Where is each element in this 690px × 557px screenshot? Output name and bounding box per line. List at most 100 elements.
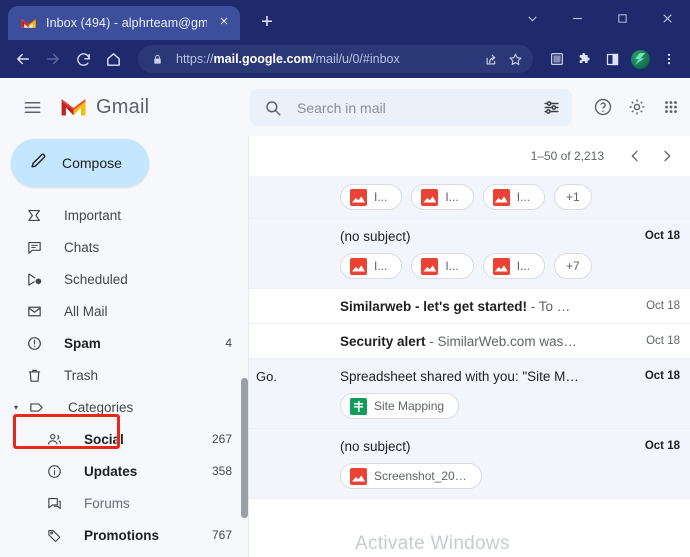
puzzle-icon[interactable] <box>571 45 598 73</box>
attachment-chip[interactable]: I... <box>340 253 403 279</box>
tune-icon[interactable] <box>538 98 564 117</box>
table-row[interactable]: Security alert - SimilarWeb.com was… Oct… <box>248 324 690 359</box>
sidebar-item-spam[interactable]: Spam 4 <box>0 327 248 359</box>
sidebar-item-label: Trash <box>64 367 99 383</box>
sidebar-item-scheduled[interactable]: Scheduled <box>0 263 248 295</box>
new-tab-button[interactable]: + <box>252 7 282 37</box>
sidebar-item-count: 767 <box>211 528 232 542</box>
attachment-overflow-chip[interactable]: +7 <box>554 253 592 279</box>
home-icon[interactable] <box>98 44 128 74</box>
sidebar-item-trash[interactable]: Trash <box>0 359 248 391</box>
chevron-down-icon[interactable]: ▾ <box>8 403 24 412</box>
table-row[interactable]: (no subject) Oct 18 Screenshot_20… <box>248 429 690 499</box>
attachment-chip[interactable]: I... <box>411 253 474 279</box>
compose-button[interactable]: Compose <box>11 139 149 187</box>
windows-activation-watermark: Activate Windows <box>355 533 510 554</box>
profile-avatar[interactable] <box>627 45 654 73</box>
email-list: 1–50 of 2,213 I... I... I... +1 (no subj… <box>248 136 690 557</box>
tab-search-icon[interactable] <box>510 1 555 35</box>
share-icon[interactable] <box>479 47 503 71</box>
trash-icon <box>24 365 44 385</box>
tab-close-icon[interactable]: × <box>216 14 232 31</box>
sidebar-item-all-mail[interactable]: All Mail <box>0 295 248 327</box>
pagination-range: 1–50 of 2,213 <box>530 149 604 163</box>
browser-toolbar-icons <box>543 45 682 73</box>
reload-icon[interactable] <box>68 44 98 74</box>
hamburger-icon[interactable] <box>12 87 52 127</box>
attachment-chip[interactable]: I... <box>411 184 474 210</box>
search-bar[interactable] <box>250 89 572 126</box>
table-row[interactable]: Go. Spreadsheet shared with you: "Site M… <box>248 359 690 429</box>
sidebar-item-promotions[interactable]: Promotions 767 <box>0 519 248 551</box>
sidebar-item-label: All Mail <box>64 303 108 319</box>
browser-window: Inbox (494) - alphrteam@gmail.c × + <box>0 0 690 557</box>
scheduled-icon <box>24 269 44 289</box>
people-icon <box>44 429 64 449</box>
image-icon <box>350 188 367 206</box>
attachment-chip[interactable]: I... <box>340 184 403 210</box>
sidebar-item-forums[interactable]: Forums <box>0 487 248 519</box>
screenshot-icon[interactable] <box>543 45 570 73</box>
attachment-name: Screenshot_20… <box>374 469 467 483</box>
attachment-chip[interactable]: I... <box>482 253 546 279</box>
attachment-chip[interactable]: Screenshot_20… <box>340 463 482 489</box>
bookmark-star-icon[interactable] <box>503 47 527 71</box>
lock-icon <box>152 53 166 66</box>
image-icon <box>350 257 367 275</box>
address-bar[interactable]: https://mail.google.com/mail/u/0/#inbox <box>138 45 533 73</box>
table-row[interactable]: Similarweb - let's get started! - To … O… <box>248 289 690 324</box>
pagination-prev-button[interactable] <box>620 141 650 171</box>
apps-grid-icon[interactable] <box>656 92 686 122</box>
email-row-header: Security alert - SimilarWeb.com was… Oct… <box>248 324 690 358</box>
attachment-overflow-chip[interactable]: +1 <box>554 184 592 210</box>
email-snippet: - SimilarWeb.com was… <box>425 333 577 349</box>
attachment-chip[interactable]: I... <box>482 184 546 210</box>
email-subject: Security alert <box>340 333 426 349</box>
attachment-name: Site Mapping <box>374 399 445 413</box>
email-subject-line: Security alert - SimilarWeb.com was… <box>340 334 636 349</box>
help-icon[interactable] <box>588 92 618 122</box>
minimize-icon[interactable] <box>555 1 600 35</box>
pencil-icon <box>29 151 48 175</box>
sheets-icon <box>350 397 367 415</box>
window-close-icon[interactable] <box>645 1 690 35</box>
scrollbar-thumb[interactable] <box>241 378 248 518</box>
three-dot-menu-icon[interactable] <box>655 45 682 73</box>
search-input[interactable] <box>297 99 538 116</box>
attachment-overflow-count: +1 <box>566 190 580 204</box>
pagination-next-button[interactable] <box>652 141 682 171</box>
sidebar-item-updates[interactable]: Updates 358 <box>0 455 248 487</box>
sidebar-item-label: Promotions <box>84 527 160 543</box>
email-sender-fragment: Go. <box>256 368 277 384</box>
email-row-header: (no subject) Oct 18 <box>248 429 690 463</box>
attachment-chips: Screenshot_20… <box>248 463 690 498</box>
email-row-header: Go. Spreadsheet shared with you: "Site M… <box>248 359 690 393</box>
forward-arrow-icon[interactable] <box>38 44 68 74</box>
chat-icon <box>24 237 44 257</box>
gmail-header: Gmail <box>0 78 690 136</box>
tag-icon <box>44 525 64 545</box>
image-icon <box>421 257 439 275</box>
attachment-name: I... <box>374 259 388 273</box>
attachment-chips: I... I... I... +1 <box>248 176 690 219</box>
sidebar-item-chats[interactable]: Chats <box>0 231 248 263</box>
sidebar-item-categories[interactable]: ▾ Categories <box>0 391 248 423</box>
gmail-app: Gmail Search in mail Compose Important C… <box>0 78 690 557</box>
tab-title: Inbox (494) - alphrteam@gmail.c <box>46 16 207 30</box>
maximize-icon[interactable] <box>600 1 645 35</box>
gear-icon[interactable] <box>622 92 652 122</box>
back-arrow-icon[interactable] <box>8 44 38 74</box>
sidebar-item-social[interactable]: Social 267 <box>0 423 248 455</box>
gmail-logo[interactable]: Gmail <box>60 96 149 119</box>
url-text: https://mail.google.com/mail/u/0/#inbox <box>176 52 479 66</box>
compose-label: Compose <box>62 155 122 171</box>
browser-tab-gmail[interactable]: Inbox (494) - alphrteam@gmail.c × <box>8 6 240 40</box>
table-row[interactable]: I... I... I... +1 <box>248 176 690 219</box>
sidebar-item-important[interactable]: Important <box>0 199 248 231</box>
sidebar-item-label: Social <box>84 431 124 447</box>
attachment-overflow-count: +7 <box>566 259 580 273</box>
table-row[interactable]: (no subject) Oct 18 I... I... I... +7 <box>248 219 690 289</box>
side-panel-icon[interactable] <box>599 45 626 73</box>
sidebar-item-count: 358 <box>211 464 232 478</box>
attachment-chip[interactable]: Site Mapping <box>340 393 460 419</box>
